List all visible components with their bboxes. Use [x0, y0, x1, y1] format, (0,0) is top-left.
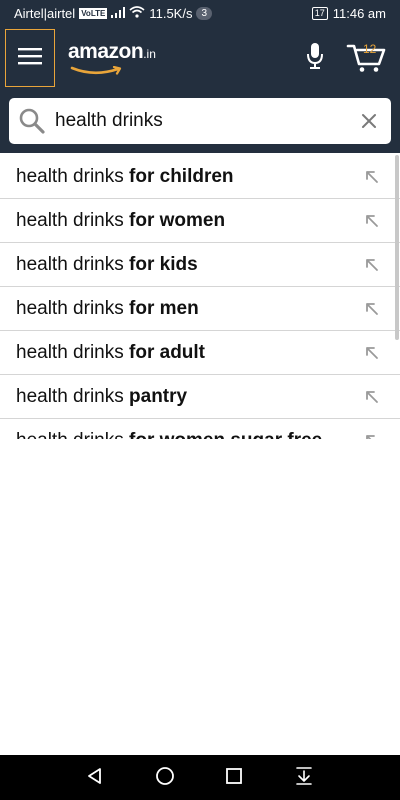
notification-count-badge: 3: [196, 7, 213, 20]
volte-badge: VoLTE: [79, 8, 108, 19]
cart-count-badge: 12: [363, 42, 377, 56]
status-time: 11:46 am: [332, 6, 386, 21]
arrow-up-left-icon[interactable]: [364, 433, 380, 439]
amazon-logo[interactable]: amazon.in: [68, 40, 156, 75]
wifi-icon: [129, 6, 145, 21]
logo-text: amazon: [68, 40, 144, 63]
suggestion-prefix: health drinks: [16, 342, 124, 363]
pull-down-icon: [294, 766, 314, 791]
search-input[interactable]: [55, 98, 345, 144]
suggestion-item[interactable]: health drinks for children: [0, 155, 400, 199]
microphone-icon: [306, 42, 324, 75]
arrow-up-left-icon[interactable]: [364, 213, 380, 234]
suggestion-suffix: for kids: [129, 254, 198, 275]
suggestion-suffix: for adult: [129, 342, 206, 363]
suggestion-prefix: health drinks: [16, 298, 124, 319]
status-left: Airtel|airtel VoLTE 11.5K/s 3: [14, 6, 213, 21]
suggestion-item[interactable]: health drinks for men: [0, 287, 400, 331]
smile-arrow-icon: [70, 66, 122, 75]
battery-icon: 17: [311, 7, 328, 20]
suggestion-prefix: health drinks: [16, 430, 124, 439]
suggestion-suffix: for women sugar free: [129, 430, 322, 439]
suggestion-item[interactable]: health drinks for women sugar free: [0, 419, 400, 439]
system-nav-bar: [0, 755, 400, 800]
back-triangle-icon: [85, 766, 105, 791]
suggestion-suffix: for children: [129, 166, 234, 187]
search-box: [9, 98, 391, 144]
nav-notifications-button[interactable]: [291, 765, 317, 791]
app-header: amazon.in 12: [0, 28, 400, 90]
suggestion-prefix: health drinks: [16, 386, 124, 407]
arrow-up-left-icon[interactable]: [364, 345, 380, 366]
suggestion-prefix: health drinks: [16, 254, 124, 275]
status-right: 17 11:46 am: [311, 6, 386, 21]
suggestion-suffix: for men: [129, 298, 199, 319]
suggestion-list: health drinks for children health drinks…: [0, 155, 400, 439]
suggestion-prefix: health drinks: [16, 210, 124, 231]
suggestion-suffix: pantry: [129, 386, 188, 407]
home-circle-icon: [155, 766, 175, 791]
arrow-up-left-icon[interactable]: [364, 301, 380, 322]
network-speed: 11.5K/s: [149, 6, 193, 21]
nav-recents-button[interactable]: [221, 765, 247, 791]
search-bar-container: [0, 90, 400, 153]
cart-button[interactable]: 12: [346, 40, 388, 74]
recents-square-icon: [225, 767, 243, 790]
signal-icon: [111, 6, 126, 21]
suggestion-item[interactable]: health drinks for women: [0, 199, 400, 243]
voice-search-button[interactable]: [302, 42, 328, 74]
arrow-up-left-icon[interactable]: [364, 389, 380, 410]
nav-home-button[interactable]: [152, 765, 178, 791]
carrier-label: Airtel|airtel: [14, 6, 76, 21]
menu-button[interactable]: [5, 29, 55, 87]
close-icon: [359, 114, 379, 135]
search-icon: [18, 107, 46, 140]
suggestion-item[interactable]: health drinks pantry: [0, 375, 400, 419]
nav-back-button[interactable]: [82, 765, 108, 791]
suggestion-item[interactable]: health drinks for adult: [0, 331, 400, 375]
logo-tld: .in: [143, 47, 156, 61]
arrow-up-left-icon[interactable]: [364, 169, 380, 190]
clear-search-button[interactable]: [359, 111, 379, 131]
suggestion-item[interactable]: health drinks for kids: [0, 243, 400, 287]
arrow-up-left-icon[interactable]: [364, 257, 380, 278]
suggestion-scrollbar[interactable]: [395, 155, 399, 340]
suggestion-prefix: health drinks: [16, 166, 124, 187]
hamburger-icon: [18, 47, 42, 70]
suggestion-suffix: for women: [129, 210, 226, 231]
status-bar: Airtel|airtel VoLTE 11.5K/s 3 17 11:46 a…: [0, 0, 400, 28]
